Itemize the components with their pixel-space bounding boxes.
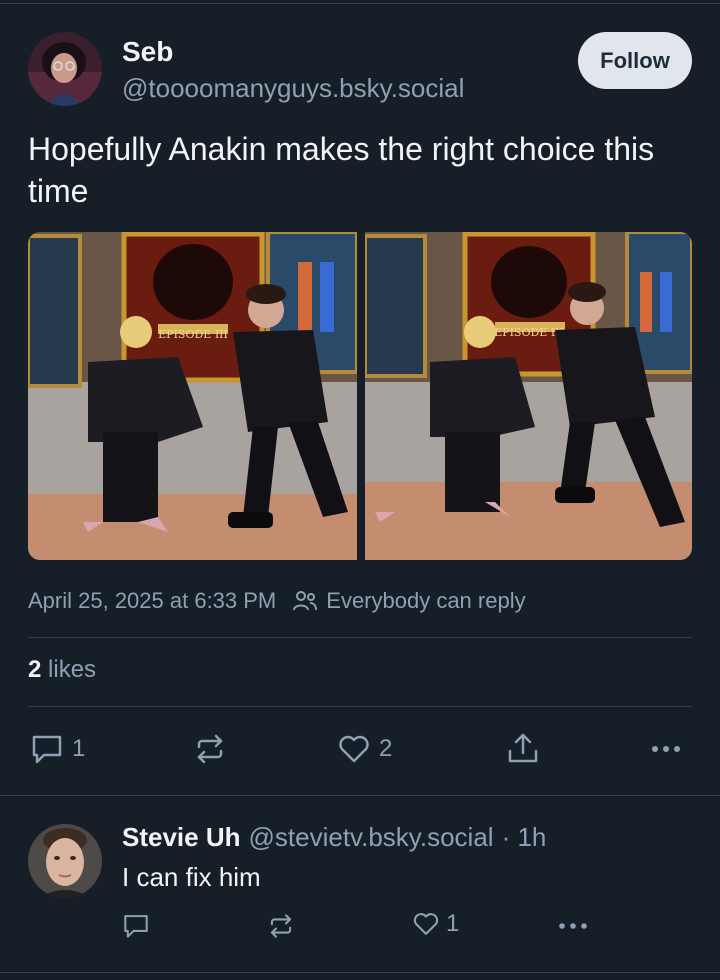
reply-count: 1 (72, 735, 86, 762)
repost-icon (197, 734, 223, 764)
likes-summary[interactable]: 2 likes (28, 656, 96, 684)
divider (0, 795, 720, 796)
follow-button[interactable]: Follow (578, 32, 692, 89)
post-image-2[interactable]: EPISODE III (365, 232, 692, 560)
more-icon (652, 746, 680, 752)
comment-icon (124, 915, 148, 938)
poster-title-2: EPISODE III (494, 326, 564, 339)
heart-icon (339, 735, 369, 763)
post-text: Hopefully Anakin makes the right choice … (28, 131, 655, 209)
reply-like-count: 1 (446, 910, 460, 937)
post-image-1[interactable]: EPISODE III (28, 232, 357, 560)
top-divider (0, 3, 720, 4)
reply-reply-button[interactable] (122, 912, 150, 940)
divider (28, 706, 692, 707)
likes-label: likes (48, 656, 97, 683)
reply-text: I can fix him (122, 862, 261, 892)
reply-button[interactable]: 1 (30, 733, 85, 765)
author-handle[interactable]: @toooomanyguys.bsky.social (122, 73, 464, 104)
share-icon (508, 733, 538, 763)
reply-repost-button[interactable] (267, 912, 295, 940)
people-icon (293, 591, 318, 611)
reply-author-avatar[interactable] (28, 824, 102, 898)
reply-header: Stevie Uh @stevietv.bsky.social · 1h (122, 822, 546, 853)
poster-title-1: EPISODE III (158, 328, 228, 341)
comment-icon (32, 735, 62, 764)
likes-count: 2 (28, 656, 42, 683)
reply-like-button[interactable]: 1 (412, 910, 459, 938)
author-name[interactable]: Seb (122, 36, 173, 68)
reply-more-options-button[interactable] (557, 912, 589, 940)
divider (0, 972, 720, 973)
like-count: 2 (379, 735, 393, 762)
post-meta: April 25, 2025 at 6:33 PM Everybody can … (28, 588, 526, 614)
post-timestamp[interactable]: April 25, 2025 at 6:33 PM (28, 588, 276, 614)
heart-icon (413, 913, 439, 935)
like-button[interactable]: 2 (337, 733, 392, 765)
divider (28, 637, 692, 638)
share-button[interactable] (506, 731, 540, 765)
reply-setting-label: Everybody can reply (326, 588, 526, 613)
reply-setting: Everybody can reply (292, 588, 526, 614)
repost-button[interactable] (193, 733, 235, 765)
repost-icon (270, 914, 292, 938)
reply-author-name[interactable]: Stevie Uh (122, 822, 241, 853)
author-avatar[interactable] (28, 32, 102, 106)
more-options-button[interactable] (650, 733, 682, 765)
reply-author-handle[interactable]: @stevietv.bsky.social (249, 822, 494, 853)
reply-time[interactable]: · 1h (502, 822, 547, 853)
more-icon (559, 923, 587, 929)
